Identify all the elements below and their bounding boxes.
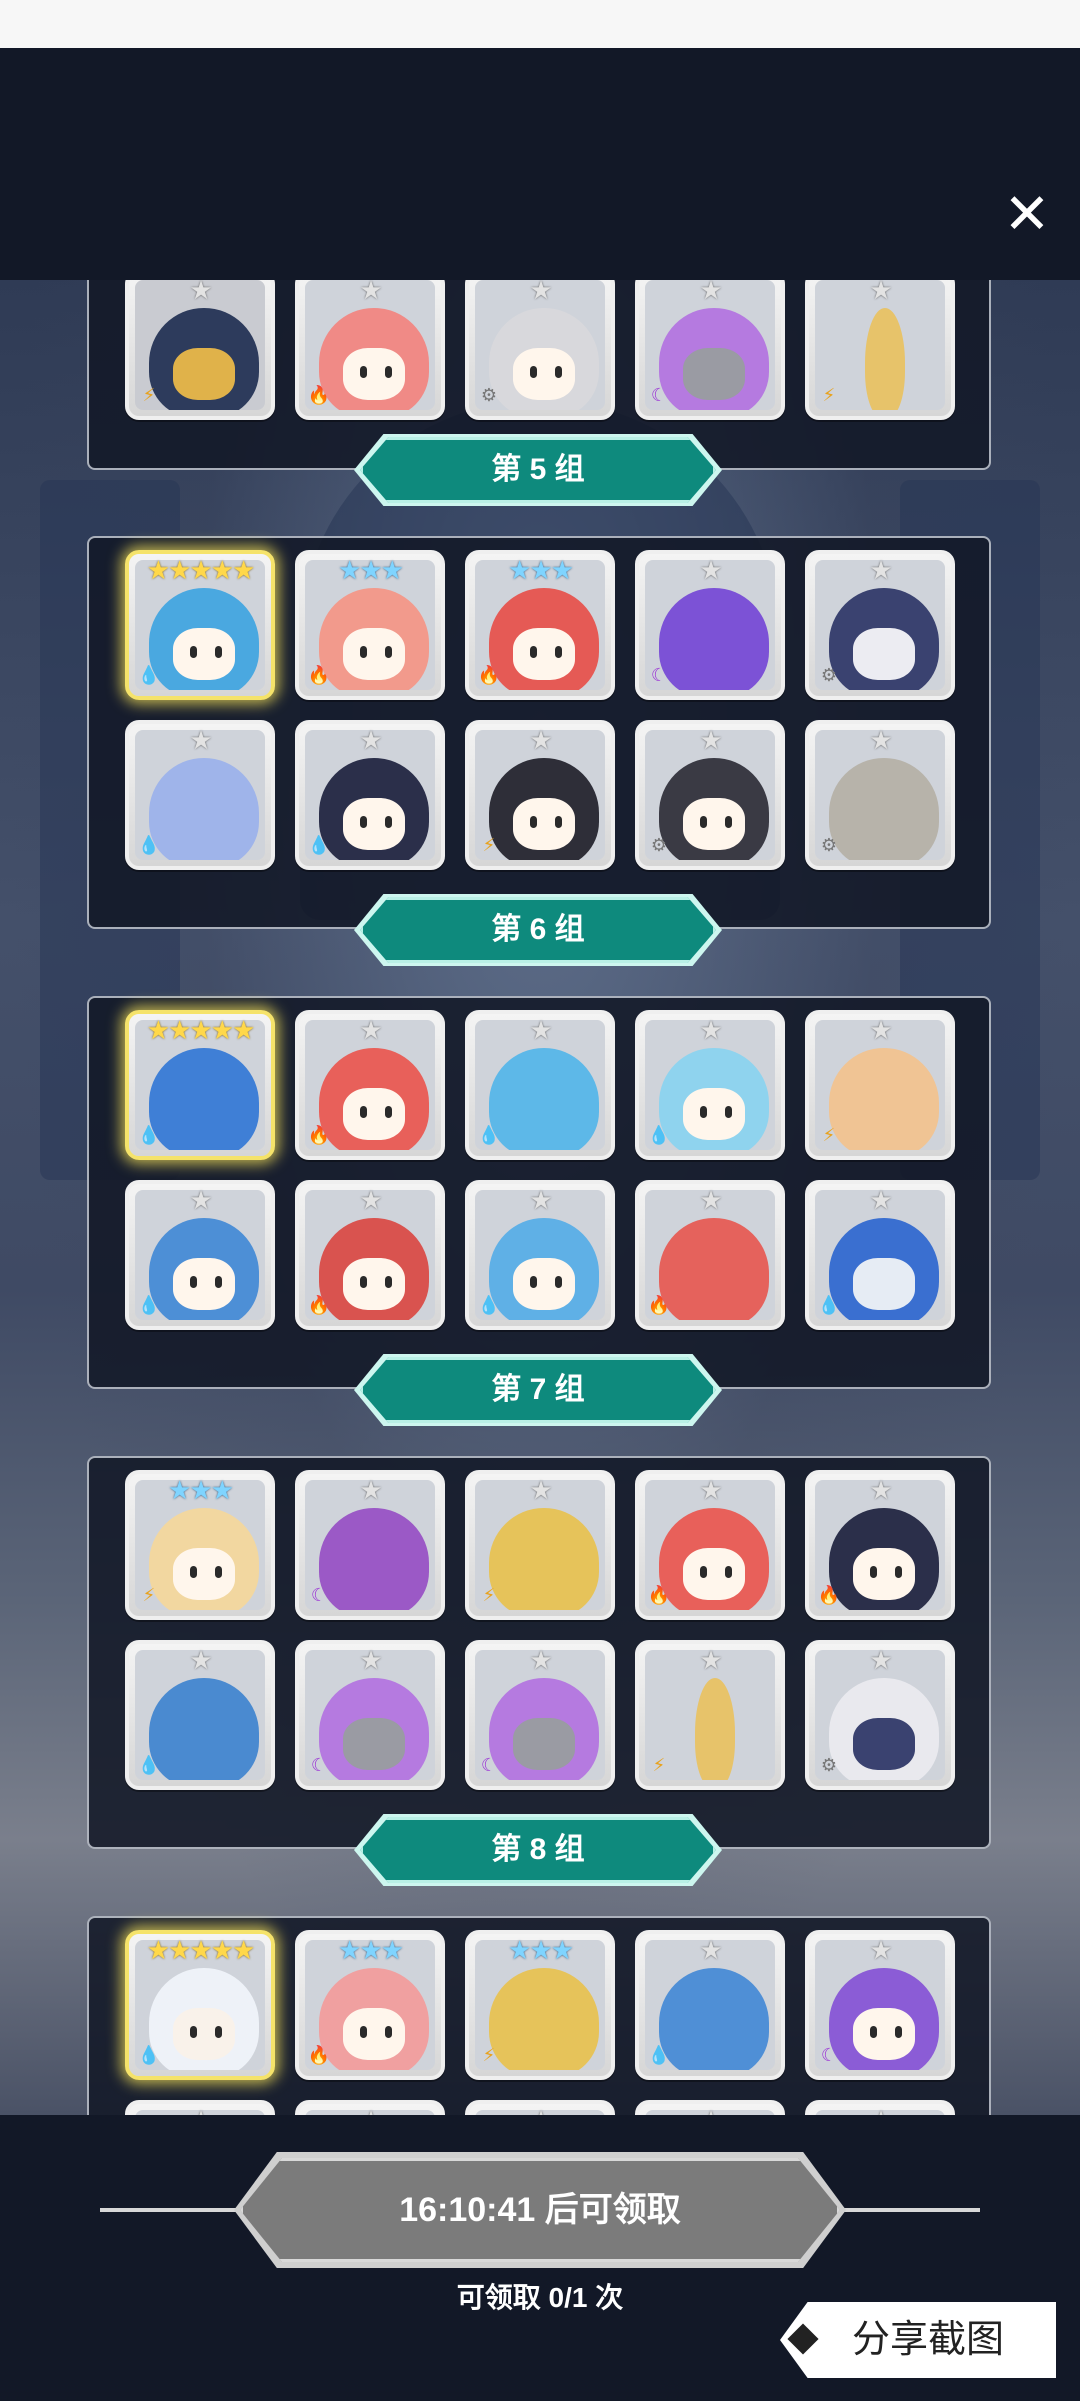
hero-card[interactable]: ★ — [125, 2100, 275, 2115]
hero-card[interactable]: ★ — [295, 2100, 445, 2115]
hero-card[interactable]: ★ ⚡ — [465, 720, 615, 870]
hero-card[interactable]: ★ ☾ — [635, 550, 785, 700]
hero-card[interactable]: ★★★ ⚡ — [465, 1930, 615, 2080]
hero-card[interactable]: ★ ☾ — [635, 280, 785, 420]
status-bar — [0, 0, 1080, 48]
hero-card[interactable]: ★ 🔥 — [295, 280, 445, 420]
hero-card[interactable]: ★ ⚙ — [805, 720, 955, 870]
hero-card[interactable]: ★ ⚙ — [465, 280, 615, 420]
hero-card[interactable]: ★★★★★ 💧 — [125, 550, 275, 700]
hero-card[interactable]: ★★★ 🔥 — [465, 550, 615, 700]
hero-card[interactable]: ★ 💧 — [465, 1010, 615, 1160]
timer-line-right — [830, 2208, 980, 2212]
hero-card[interactable]: ★ 🔥 — [635, 1470, 785, 1620]
group-banner-5: 第 5 组 — [360, 437, 716, 503]
hero-card[interactable]: ★ ☾ — [295, 1640, 445, 1790]
group-banner-6: 第 6 组 — [360, 897, 716, 963]
hero-card[interactable]: ★ ⚡ — [125, 280, 275, 420]
hero-card[interactable]: ★★★★★ 💧 — [125, 1010, 275, 1160]
hero-card[interactable]: ★ — [635, 2100, 785, 2115]
hero-card[interactable]: ★★★★★ 💧 — [125, 1930, 275, 2080]
hero-card[interactable]: ★★★ 🔥 — [295, 1930, 445, 2080]
hero-card[interactable]: ★ — [465, 2100, 615, 2115]
hero-card[interactable]: ★★★ 🔥 — [295, 550, 445, 700]
hero-card[interactable]: ★ 💧 — [635, 1930, 785, 2080]
hero-card[interactable]: ★ 🔥 — [295, 1010, 445, 1160]
hero-card[interactable]: ★ ⚡ — [805, 1010, 955, 1160]
share-screenshot-button[interactable]: 分享截图 — [780, 2302, 1056, 2378]
hero-card[interactable]: ★ 💧 — [125, 1180, 275, 1330]
top-overlay — [0, 48, 1080, 280]
claim-timer-button[interactable]: 16:10:41 后可领取 — [240, 2158, 840, 2262]
hero-card[interactable]: ★★★ ⚡ — [125, 1470, 275, 1620]
hero-card[interactable]: ★ ☾ — [295, 1470, 445, 1620]
hero-card[interactable]: ★ 💧 — [295, 720, 445, 870]
timer-line-left — [100, 2208, 250, 2212]
hero-card[interactable]: ★ 🔥 — [635, 1180, 785, 1330]
hero-card[interactable]: ★ ☾ — [805, 1930, 955, 2080]
hero-card[interactable]: ★ — [805, 2100, 955, 2115]
rewards-scroll-area[interactable]: ★ ⚡ ★ 🔥 ★ ⚙ ★ ☾ ★ ⚡ 第 5 组 ★★★★★ 💧 ★★★ 🔥 ★★★ 🔥 ★ ☾… — [0, 280, 1080, 2115]
hero-card[interactable]: ★ 🔥 — [805, 1470, 955, 1620]
hero-card[interactable]: ★ 💧 — [805, 1180, 955, 1330]
close-button[interactable]: ✕ — [1000, 187, 1054, 243]
hero-card[interactable]: ★ ⚡ — [465, 1470, 615, 1620]
hero-card[interactable]: ★ ⚙ — [805, 1640, 955, 1790]
hero-card[interactable]: ★ ⚡ — [805, 280, 955, 420]
hero-card[interactable]: ★ ☾ — [465, 1640, 615, 1790]
group-banner-7: 第 7 组 — [360, 1357, 716, 1423]
hero-card[interactable]: ★ 💧 — [125, 1640, 275, 1790]
hero-card[interactable]: ★ 💧 — [465, 1180, 615, 1330]
group-banner-8: 第 8 组 — [360, 1817, 716, 1883]
hero-card[interactable]: ★ 🔥 — [295, 1180, 445, 1330]
hero-card[interactable]: ★ ⚙ — [635, 720, 785, 870]
hero-card[interactable]: ★ ⚡ — [635, 1640, 785, 1790]
hero-card[interactable]: ★ 💧 — [635, 1010, 785, 1160]
hero-card[interactable]: ★ ⚙ — [805, 550, 955, 700]
hero-card[interactable]: ★ 💧 — [125, 720, 275, 870]
